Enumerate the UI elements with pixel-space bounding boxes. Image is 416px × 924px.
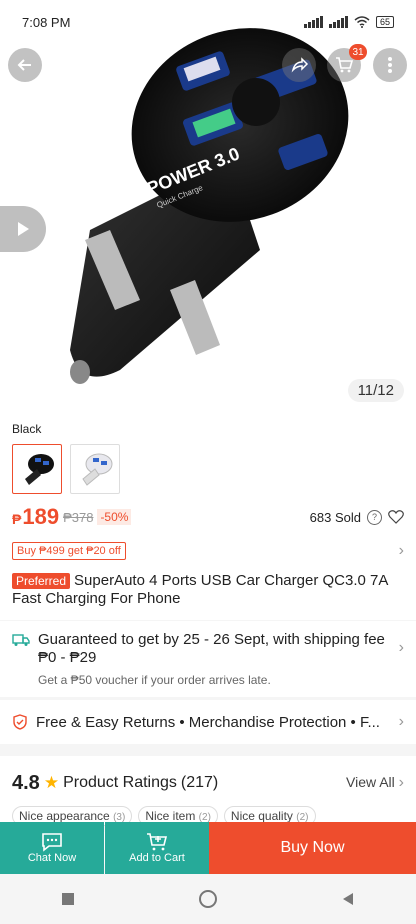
shield-icon xyxy=(13,714,27,730)
home-icon[interactable] xyxy=(198,889,218,909)
star-icon: ★ xyxy=(43,773,60,792)
shipping-voucher-note: Get a ₱50 voucher if your order arrives … xyxy=(38,673,271,687)
variant-option-black[interactable] xyxy=(12,444,62,494)
play-icon xyxy=(18,222,29,236)
signal-icon-2 xyxy=(328,16,348,28)
chip-label: Nice item xyxy=(145,809,196,823)
more-vertical-icon xyxy=(388,57,392,73)
price-row: ₱189 ₱378 -50% 683 Sold ? xyxy=(12,504,404,530)
cart-badge: 31 xyxy=(349,44,367,60)
recent-apps-icon[interactable] xyxy=(61,892,75,906)
variant-option-white[interactable] xyxy=(70,444,120,494)
rating-score: 4.8 xyxy=(12,771,40,794)
play-video-button[interactable] xyxy=(0,206,46,252)
white-charger-thumbnail xyxy=(82,453,113,486)
original-price: ₱378 xyxy=(63,509,94,525)
promo-tag: Buy ₱499 get ₱20 off xyxy=(12,542,126,560)
assurance-text: Free & Easy Returns • Merchandise Protec… xyxy=(36,713,380,731)
help-icon[interactable]: ? xyxy=(367,509,382,525)
sold-count: 683 Sold xyxy=(309,509,361,525)
view-all-link[interactable]: View All › xyxy=(346,774,404,792)
chevron-right-icon: › xyxy=(398,542,404,559)
android-navigation-bar xyxy=(0,874,416,924)
cart-button[interactable]: 31 xyxy=(327,44,367,82)
chevron-right-icon: › xyxy=(398,774,404,791)
ratings-section: 4.8 ★ Product Ratings (217) View All › N… xyxy=(0,756,416,826)
chat-now-button[interactable]: Chat Now xyxy=(0,822,104,874)
status-bar: 7:08 PM 65 xyxy=(0,0,416,44)
sold-count-group: 683 Sold ? xyxy=(309,509,404,525)
buy-now-button[interactable]: Buy Now xyxy=(209,822,416,874)
preferred-badge: Preferred xyxy=(12,573,71,589)
chip-label: Nice appearance xyxy=(19,809,110,823)
signal-icon xyxy=(303,16,323,28)
add-to-cart-icon xyxy=(147,833,168,851)
current-price: ₱189 xyxy=(12,504,59,530)
image-counter: 11/12 xyxy=(347,379,404,402)
price-currency: ₱ xyxy=(12,511,22,527)
chevron-right-icon: › xyxy=(398,639,404,656)
back-button[interactable] xyxy=(8,48,42,82)
wifi-icon xyxy=(354,16,370,28)
black-charger-thumbnail xyxy=(25,454,54,485)
add-to-cart-button[interactable]: Add to Cart xyxy=(105,822,209,874)
share-button[interactable] xyxy=(282,48,316,82)
chat-icon xyxy=(42,833,62,852)
heart-icon[interactable] xyxy=(388,510,404,524)
add-to-cart-label: Add to Cart xyxy=(129,852,185,864)
truck-icon xyxy=(12,634,30,646)
arrow-left-icon xyxy=(17,59,31,71)
chip-label: Nice quality xyxy=(230,809,293,823)
battery-icon: 65 xyxy=(375,16,394,28)
status-time: 7:08 PM xyxy=(22,14,71,30)
shipping-guarantee: Guaranteed to get by 25 - 26 Sept, with … xyxy=(38,631,385,666)
variant-selector: Black xyxy=(0,412,416,494)
share-icon xyxy=(291,57,309,73)
discount-badge: -50% xyxy=(97,509,132,525)
view-all-label: View All xyxy=(346,774,395,790)
bottom-action-bar: Chat Now Add to Cart Buy Now xyxy=(0,822,416,874)
more-options-button[interactable] xyxy=(373,48,407,82)
ratings-title: Product Ratings xyxy=(63,774,177,791)
ratings-count: (217) xyxy=(180,774,219,791)
chevron-right-icon: › xyxy=(398,713,404,730)
price-value: 189 xyxy=(22,504,60,529)
assurance-row[interactable]: Free & Easy Returns • Merchandise Protec… xyxy=(0,700,416,744)
variant-label: Black xyxy=(12,422,42,436)
promo-row[interactable]: Buy ₱499 get ₱20 off › xyxy=(12,542,404,560)
shipping-section[interactable]: Guaranteed to get by 25 - 26 Sept, with … xyxy=(0,621,416,697)
product-title-block: Preferred SuperAuto 4 Ports USB Car Charg… xyxy=(12,572,404,608)
back-triangle-icon[interactable] xyxy=(341,892,355,906)
chat-now-label: Chat Now xyxy=(27,852,77,864)
product-image-carousel[interactable]: POWER 3.0 Quick Charge 31 11/12 xyxy=(0,0,416,412)
